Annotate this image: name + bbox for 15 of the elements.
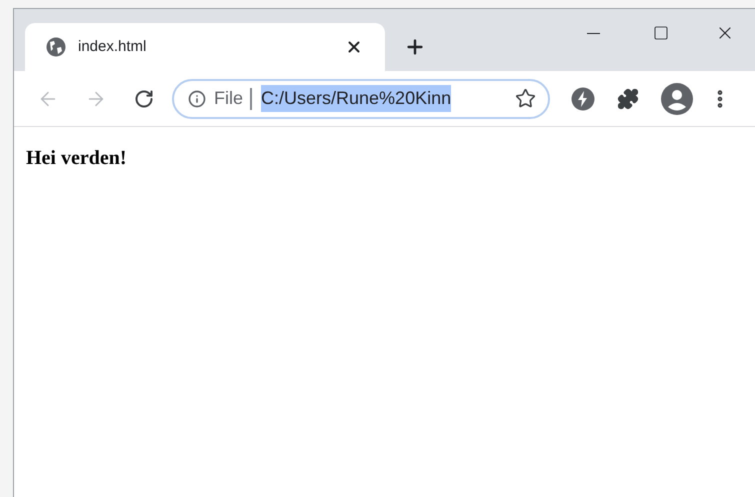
puzzle-icon[interactable] <box>617 88 639 110</box>
lightning-icon[interactable] <box>571 86 595 110</box>
tab-title: index.html <box>78 36 148 57</box>
url-text: C:/Users/Rune%20Kinn <box>261 85 452 112</box>
reload-icon <box>134 88 154 108</box>
globe-icon <box>46 37 66 57</box>
info-icon[interactable] <box>188 90 206 108</box>
minimize-icon <box>586 32 600 34</box>
security-label: File <box>214 87 244 110</box>
page-heading: Hei verden! <box>26 146 128 171</box>
address-bar[interactable]: File C:/Users/Rune%20Kinn <box>172 78 550 118</box>
browser-tab[interactable]: index.html <box>25 23 385 71</box>
profile-icon[interactable] <box>661 82 693 114</box>
maximize-icon <box>653 25 669 41</box>
bookmark-star-icon[interactable] <box>515 88 536 109</box>
